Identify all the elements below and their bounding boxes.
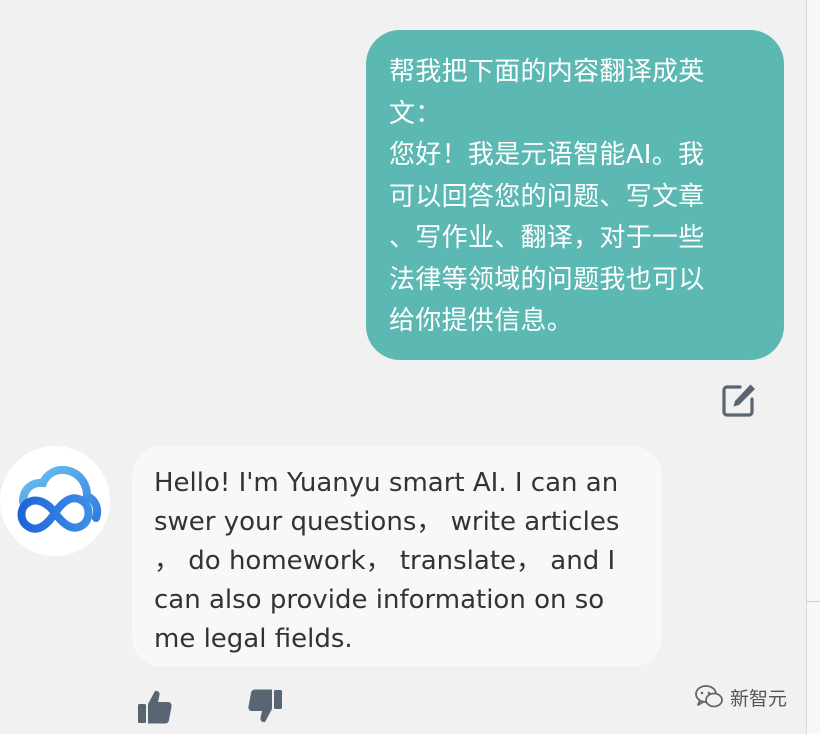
wechat-icon	[694, 684, 724, 710]
thumbs-down-icon	[248, 689, 282, 723]
user-message-bubble: 帮我把下面的内容翻译成英 文： 您好！我是元语智能AI。我 可以回答您的问题、写…	[366, 30, 784, 360]
ai-avatar	[0, 446, 110, 556]
watermark-text: 新智元	[730, 687, 788, 710]
cloud-infinity-logo	[17, 466, 102, 533]
dislike-button[interactable]	[246, 688, 284, 726]
like-button[interactable]	[136, 688, 174, 726]
scrollbar-divider	[806, 601, 820, 602]
ai-response-bubble: Hello! I'm Yuanyu smart AI. I can an swe…	[132, 446, 662, 667]
vertical-scrollbar[interactable]	[806, 0, 820, 734]
thumbs-up-icon	[138, 690, 172, 724]
watermark: 新智元	[694, 683, 787, 711]
edit-icon	[722, 384, 755, 417]
edit-message-button[interactable]	[720, 381, 758, 419]
